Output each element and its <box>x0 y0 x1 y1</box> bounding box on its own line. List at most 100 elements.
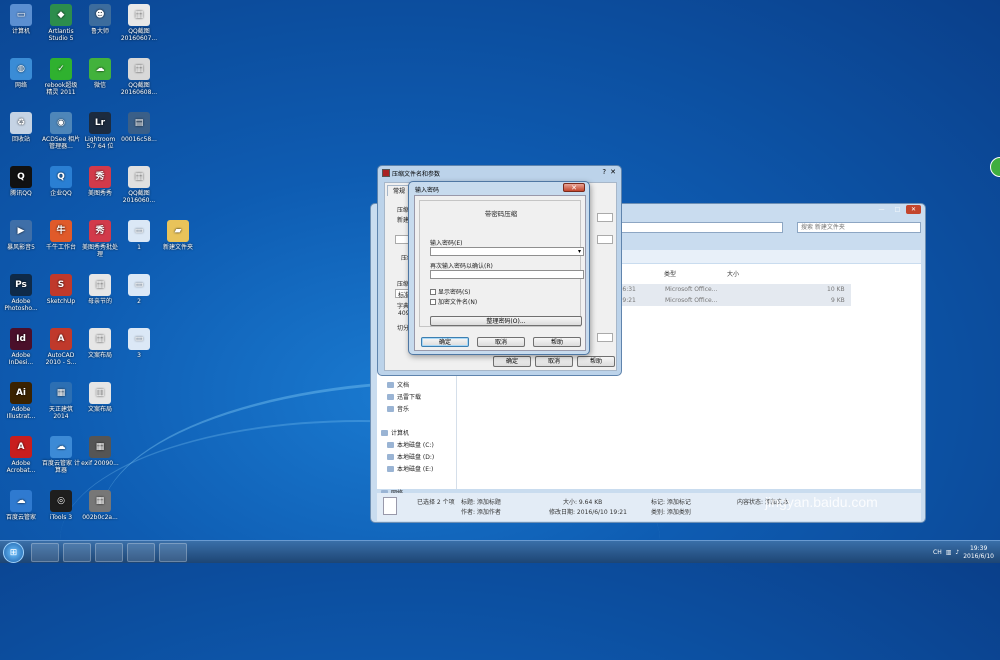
desktop-icon[interactable]: ☁ 百度云管家 计算器 <box>42 436 80 474</box>
desktop-icon-label: 天正建筑 2014 <box>48 406 73 420</box>
desktop-icon[interactable]: ▦ QQ截图 20160608... <box>120 58 158 96</box>
desktop-icon[interactable]: ▦ 文案布局 <box>81 328 119 359</box>
close-icon[interactable]: ✕ <box>906 205 921 214</box>
desktop-icon[interactable]: ☁ 百度云管家 <box>2 490 40 521</box>
confirm-password-input[interactable] <box>430 270 584 279</box>
nav-item-documents[interactable]: 文档 <box>387 380 409 389</box>
app-icon: ▦ <box>89 274 111 296</box>
desktop-icon[interactable]: ☻ 鲁大师 <box>81 4 119 35</box>
maximize-icon[interactable]: □ <box>890 205 905 214</box>
system-tray: CH ▥ ♪ 19:39 2016/6/10 <box>933 543 994 562</box>
cancel-button[interactable]: 取消 <box>477 337 525 347</box>
nav-item-thunder-downloads[interactable]: 迅雷下载 <box>387 392 421 401</box>
start-button[interactable]: ⊞ <box>3 542 24 563</box>
minimize-icon[interactable]: — <box>874 205 889 214</box>
desktop-icon[interactable]: Q 企业QQ <box>42 166 80 197</box>
ok-button[interactable]: 确定 <box>493 356 531 367</box>
column-header-size[interactable]: 大小 <box>727 269 739 278</box>
search-input[interactable]: 搜索 新建文件夹 <box>797 222 921 233</box>
desktop-icon[interactable]: ▦ 002b0c2a... <box>81 490 119 521</box>
desktop-icon-label: ACDSee 相片管理器... <box>42 136 80 150</box>
desktop-icon[interactable]: ◎ iTools 3 <box>42 490 80 521</box>
taskbar-app-explorer[interactable] <box>127 543 155 562</box>
desktop-icon[interactable]: 牛千牛工作台 <box>42 220 80 251</box>
close-icon[interactable]: ✕ <box>610 168 616 176</box>
desktop-icon[interactable]: ▦ 母亲节的 <box>81 274 119 305</box>
ok-button[interactable]: 确定 <box>421 337 469 347</box>
desktop-icon[interactable]: ◆ Artlantis Studio 5 <box>42 4 80 42</box>
desktop-icon[interactable]: ▥ 文案布局 <box>81 382 119 413</box>
app-icon: ◎ <box>50 490 72 512</box>
nav-item-drive-c[interactable]: 本地磁盘 (C:) <box>387 440 434 449</box>
desktop-icon[interactable]: ◉ ACDSee 相片管理器... <box>42 112 80 150</box>
taskbar-app-office[interactable] <box>95 543 123 562</box>
nav-item-computer[interactable]: 计算机 <box>381 428 409 437</box>
encrypt-filenames-checkbox[interactable]: 加密文件名(N) <box>430 297 477 306</box>
desktop-icon[interactable]: Lr Lightroom 5.7 64 位 <box>81 112 119 150</box>
desktop-icon[interactable]: ▶ 暴风影音5 <box>2 220 40 251</box>
desktop-icon-label: 回收站 <box>11 136 30 143</box>
nav-item-drive-e[interactable]: 本地磁盘 (E:) <box>387 464 433 473</box>
taskbar-app-360-browser[interactable] <box>31 543 59 562</box>
address-bar[interactable] <box>617 222 783 233</box>
chevron-down-icon[interactable]: ▾ <box>578 248 581 256</box>
help-button[interactable]: 帮助 <box>577 356 615 367</box>
desktop-icon[interactable]: A AutoCAD 2010 - S... <box>42 328 80 366</box>
desktop-icon[interactable]: ▤ 00016c58... <box>120 112 158 143</box>
volume-icon[interactable]: ♪ <box>955 549 959 556</box>
nav-item-drive-d[interactable]: 本地磁盘 (D:) <box>387 452 434 461</box>
desktop-icon[interactable]: ▰ 新建文件夹 <box>159 220 197 251</box>
desktop-icon[interactable]: ✓ rebook超级精灵 2011 <box>42 58 80 96</box>
app-icon: Lr <box>89 112 111 134</box>
dropdown[interactable] <box>597 213 613 222</box>
help-button[interactable]: 帮助 <box>533 337 581 347</box>
close-button[interactable]: ✕ <box>563 183 585 192</box>
checkbox-icon[interactable] <box>430 288 436 295</box>
desktop-icon[interactable]: ▦ exif 20090... <box>81 436 119 467</box>
desktop-icon[interactable]: ▦ 天正建筑 2014 <box>42 382 80 420</box>
organize-passwords-button[interactable]: 整理密码(O)... <box>430 316 582 326</box>
desktop-icon[interactable]: ▭ 计算机 <box>2 4 40 35</box>
checkbox-icon[interactable] <box>430 298 436 305</box>
clock[interactable]: 19:39 2016/6/10 <box>963 545 994 561</box>
password-input[interactable]: ▾ <box>430 247 584 256</box>
input[interactable] <box>597 333 613 342</box>
nav-item-music[interactable]: 音乐 <box>387 404 409 413</box>
desktop-icon[interactable]: ▭ 2 <box>120 274 158 305</box>
desktop-icon[interactable]: ◍ 网络 <box>2 58 40 89</box>
desktop-icon[interactable]: Ps Adobe Photosho... <box>2 274 40 312</box>
desktop-icon[interactable]: Ai Adobe Illustrat... <box>2 382 40 420</box>
taskbar-app-winrar[interactable] <box>159 543 187 562</box>
table-row[interactable]: /10 16:31 Microsoft Office... 10 KB <box>605 284 851 295</box>
desktop-icon[interactable]: ☁ 微信 <box>81 58 119 89</box>
desktop-icon[interactable]: ▦ QQ截图 20160607... <box>120 4 158 42</box>
table-row[interactable]: /10 19:21 Microsoft Office... 9 KB <box>605 295 851 306</box>
show-password-checkbox[interactable]: 显示密码(S) <box>430 287 471 296</box>
desktop-icon[interactable]: 秀美图秀秀批处理 <box>81 220 119 258</box>
desktop-icon[interactable]: ♻ 回收站 <box>2 112 40 143</box>
app-icon: 牛 <box>50 220 72 242</box>
network-icon[interactable]: ▥ <box>946 549 952 556</box>
help-icon[interactable]: ? <box>602 168 606 176</box>
folder-icon <box>387 393 394 400</box>
desktop-icon[interactable]: ▭ 1 <box>120 220 158 251</box>
desktop-icon-label: Adobe Acrobat... <box>6 460 36 474</box>
desktop-icon[interactable]: Q 腾讯QQ <box>2 166 40 197</box>
dropdown[interactable] <box>597 235 613 244</box>
desktop-icon[interactable]: 秀美图秀秀 <box>81 166 119 197</box>
taskbar-app-ie[interactable] <box>63 543 91 562</box>
confirm-password-label: 再次输入密码以确认(R) <box>430 263 493 270</box>
desktop-icon[interactable]: ▦ QQ截图 2016060... <box>120 166 158 204</box>
desktop-icon[interactable]: ▭ 3 <box>120 328 158 359</box>
desktop-icon[interactable]: S SketchUp <box>42 274 80 305</box>
desktop-icon[interactable]: Id Adobe InDesi... <box>2 328 40 366</box>
language-indicator[interactable]: CH <box>933 549 942 556</box>
column-header-type[interactable]: 类型 <box>664 269 676 278</box>
app-icon: ▭ <box>128 220 150 242</box>
app-icon: 秀 <box>89 166 111 188</box>
document-icon <box>383 497 397 515</box>
app-icon: ▦ <box>89 436 111 458</box>
desktop-icon[interactable]: A Adobe Acrobat... <box>2 436 40 474</box>
floating-assistant-icon[interactable] <box>990 157 1000 177</box>
cancel-button[interactable]: 取消 <box>535 356 573 367</box>
